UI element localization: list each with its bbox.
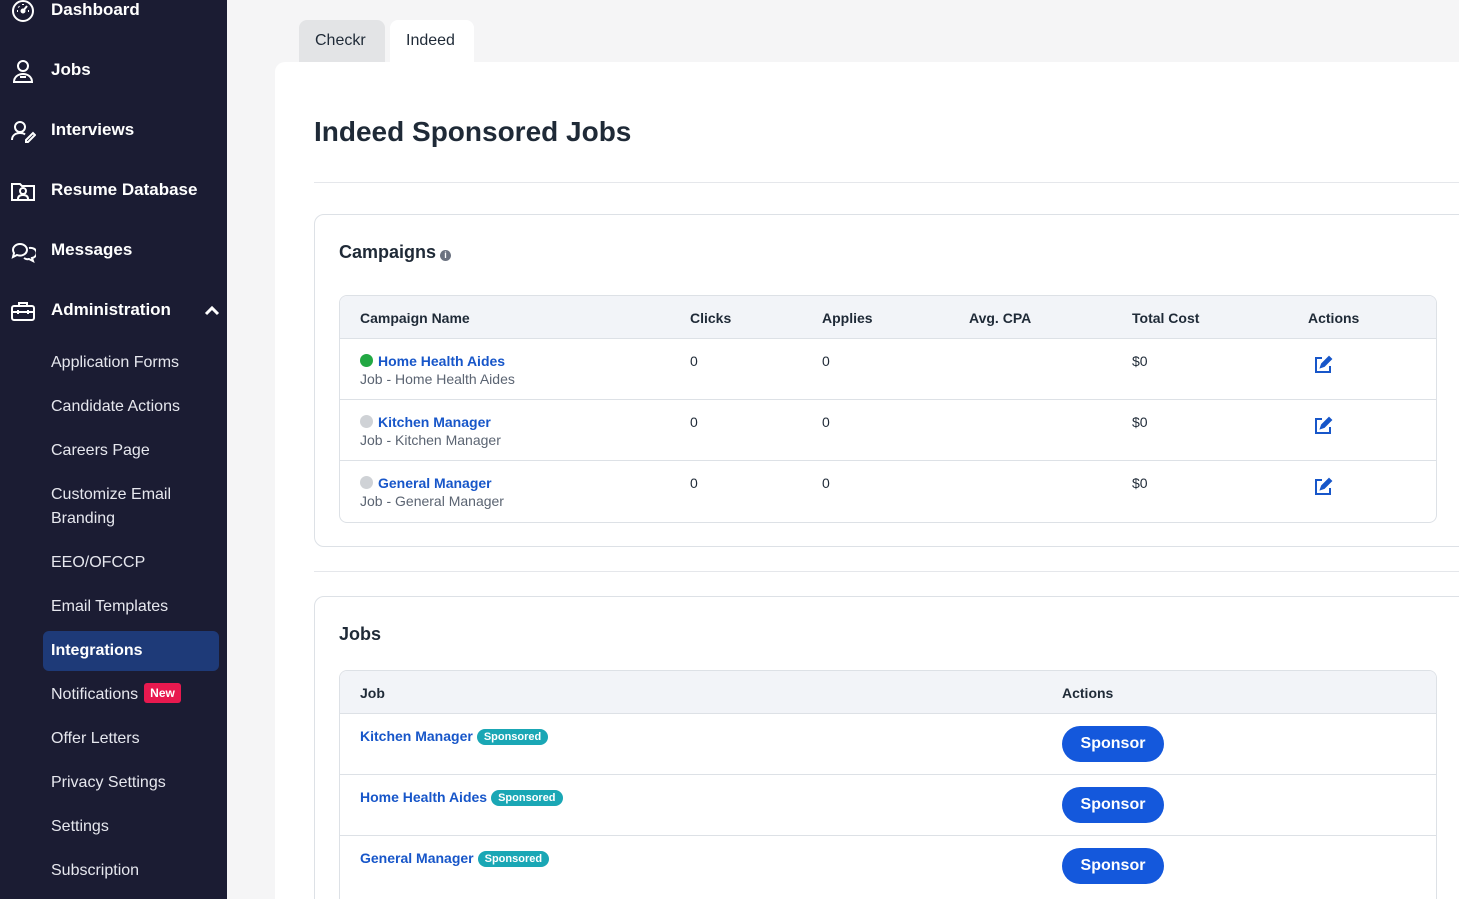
sidebar-item-label: Notifications bbox=[51, 686, 139, 703]
sidebar-item-label: Administration bbox=[51, 300, 171, 319]
job-name-cell: Home Health Aides Sponsored bbox=[360, 789, 563, 806]
job-link[interactable]: General Manager bbox=[360, 850, 474, 866]
column-header-campaign-name[interactable]: Campaign Name bbox=[360, 310, 470, 326]
sidebar-item-offer-letters[interactable]: Offer Letters bbox=[43, 727, 219, 751]
table-row: Kitchen Manager Job - Kitchen Manager 0 … bbox=[340, 400, 1436, 461]
applies-value: 0 bbox=[822, 475, 830, 491]
total-cost-value: $0 bbox=[1132, 414, 1148, 430]
sidebar-item-label: Dashboard bbox=[51, 0, 140, 19]
status-dot-inactive bbox=[360, 415, 373, 428]
table-header: Job Actions bbox=[340, 671, 1436, 714]
column-header-job[interactable]: Job bbox=[360, 685, 385, 701]
column-header-avg-cpa[interactable]: Avg. CPA bbox=[969, 310, 1031, 326]
new-badge: New bbox=[144, 683, 181, 703]
campaign-subtitle: Job - General Manager bbox=[360, 493, 504, 509]
table-header: Campaign Name Clicks Applies Avg. CPA To… bbox=[340, 296, 1436, 339]
job-link[interactable]: Home Health Aides bbox=[360, 789, 487, 805]
jobs-table: Job Actions Kitchen Manager Sponsored Spo… bbox=[339, 670, 1437, 899]
status-dot-active bbox=[360, 354, 373, 367]
interviews-icon bbox=[11, 121, 36, 143]
sidebar-item-messages[interactable]: Messages bbox=[0, 230, 227, 270]
total-cost-value: $0 bbox=[1132, 353, 1148, 369]
campaigns-title-text: Campaigns bbox=[339, 242, 437, 262]
sidebar-item-administration[interactable]: Administration bbox=[0, 290, 227, 330]
edit-icon[interactable] bbox=[1313, 355, 1333, 375]
column-header-clicks[interactable]: Clicks bbox=[690, 310, 731, 326]
clicks-value: 0 bbox=[690, 353, 698, 369]
column-header-applies[interactable]: Applies bbox=[822, 310, 873, 326]
divider bbox=[314, 571, 1459, 572]
sidebar-item-dashboard[interactable]: Dashboard bbox=[0, 0, 227, 30]
table-row: Kitchen Manager Sponsored Sponsor bbox=[340, 714, 1436, 775]
status-dot-inactive bbox=[360, 476, 373, 489]
page-title: Indeed Sponsored Jobs bbox=[314, 116, 632, 147]
sidebar-item-interviews[interactable]: Interviews bbox=[0, 110, 227, 150]
messages-icon bbox=[11, 243, 36, 263]
sidebar-item-candidate-actions[interactable]: Candidate Actions bbox=[43, 395, 219, 419]
campaign-link[interactable]: Kitchen Manager bbox=[378, 414, 491, 430]
campaigns-title: Campaigns i bbox=[339, 242, 452, 263]
sidebar: Dashboard Jobs Interviews Resume Databas… bbox=[0, 0, 227, 899]
clicks-value: 0 bbox=[690, 475, 698, 491]
table-row: General Manager Job - General Manager 0 … bbox=[340, 461, 1436, 522]
sidebar-item-notifications[interactable]: Notifications New bbox=[43, 683, 219, 707]
sponsor-button[interactable]: Sponsor bbox=[1062, 787, 1164, 823]
sidebar-item-customize-email-branding[interactable]: Customize Email Branding bbox=[43, 483, 213, 531]
toolbox-icon bbox=[11, 302, 35, 321]
sidebar-item-integrations[interactable]: Integrations bbox=[43, 631, 219, 671]
sponsor-button[interactable]: Sponsor bbox=[1062, 848, 1164, 884]
jobs-icon bbox=[12, 60, 34, 83]
table-row: Home Health Aides Job - Home Health Aide… bbox=[340, 339, 1436, 400]
sidebar-item-jobs[interactable]: Jobs bbox=[0, 50, 227, 90]
campaign-subtitle: Job - Kitchen Manager bbox=[360, 432, 501, 448]
total-cost-value: $0 bbox=[1132, 475, 1148, 491]
sidebar-item-settings[interactable]: Settings bbox=[43, 815, 219, 839]
clicks-value: 0 bbox=[690, 414, 698, 430]
tab-indeed[interactable]: Indeed bbox=[390, 20, 474, 62]
table-row: Home Health Aides Sponsored Sponsor bbox=[340, 775, 1436, 836]
sponsored-badge: Sponsored bbox=[477, 851, 550, 867]
column-header-actions: Actions bbox=[1062, 685, 1114, 701]
campaign-subtitle: Job - Home Health Aides bbox=[360, 371, 515, 387]
applies-value: 0 bbox=[822, 414, 830, 430]
sidebar-item-label: Interviews bbox=[51, 120, 135, 139]
sidebar-item-subscription[interactable]: Subscription bbox=[43, 859, 219, 883]
jobs-title: Jobs bbox=[339, 624, 382, 644]
sidebar-item-eeo-ofccp[interactable]: EEO/OFCCP bbox=[43, 551, 219, 575]
tab-checkr[interactable]: Checkr bbox=[299, 20, 385, 62]
sidebar-item-application-forms[interactable]: Application Forms bbox=[43, 351, 219, 375]
column-header-actions: Actions bbox=[1308, 310, 1360, 326]
sidebar-item-privacy-settings[interactable]: Privacy Settings bbox=[43, 771, 219, 795]
column-header-total-cost[interactable]: Total Cost bbox=[1132, 310, 1199, 326]
divider bbox=[314, 182, 1459, 183]
edit-icon[interactable] bbox=[1313, 416, 1333, 436]
job-name-cell: Kitchen Manager Sponsored bbox=[360, 728, 549, 745]
campaign-name-cell: Kitchen Manager bbox=[360, 414, 491, 430]
sidebar-item-careers-page[interactable]: Careers Page bbox=[43, 439, 219, 463]
campaign-name-cell: General Manager bbox=[360, 475, 492, 491]
sponsored-badge: Sponsored bbox=[491, 790, 563, 806]
sidebar-item-label: Messages bbox=[51, 240, 133, 259]
campaign-link[interactable]: Home Health Aides bbox=[378, 353, 505, 369]
edit-icon[interactable] bbox=[1313, 477, 1333, 497]
sponsored-badge: Sponsored bbox=[476, 729, 549, 745]
info-icon[interactable]: i bbox=[440, 250, 452, 261]
dashboard-icon bbox=[12, 0, 34, 22]
job-link[interactable]: Kitchen Manager bbox=[360, 728, 473, 744]
campaigns-table: Campaign Name Clicks Applies Avg. CPA To… bbox=[339, 295, 1437, 523]
table-row: General Manager Sponsored Sponsor bbox=[340, 836, 1436, 897]
chevron-up-icon[interactable] bbox=[203, 303, 221, 317]
sidebar-item-resume-database[interactable]: Resume Database bbox=[0, 170, 227, 210]
app-window: Dashboard Jobs Interviews Resume Databas… bbox=[0, 0, 1459, 899]
job-name-cell: General Manager Sponsored bbox=[360, 850, 550, 867]
sponsor-button[interactable]: Sponsor bbox=[1062, 726, 1164, 762]
sidebar-item-label: Jobs bbox=[51, 60, 91, 79]
resume-database-icon bbox=[11, 183, 35, 201]
campaign-name-cell: Home Health Aides bbox=[360, 353, 505, 369]
applies-value: 0 bbox=[822, 353, 830, 369]
campaign-link[interactable]: General Manager bbox=[378, 475, 492, 491]
sidebar-item-email-templates[interactable]: Email Templates bbox=[43, 595, 219, 619]
sidebar-item-label: Resume Database bbox=[51, 180, 198, 199]
